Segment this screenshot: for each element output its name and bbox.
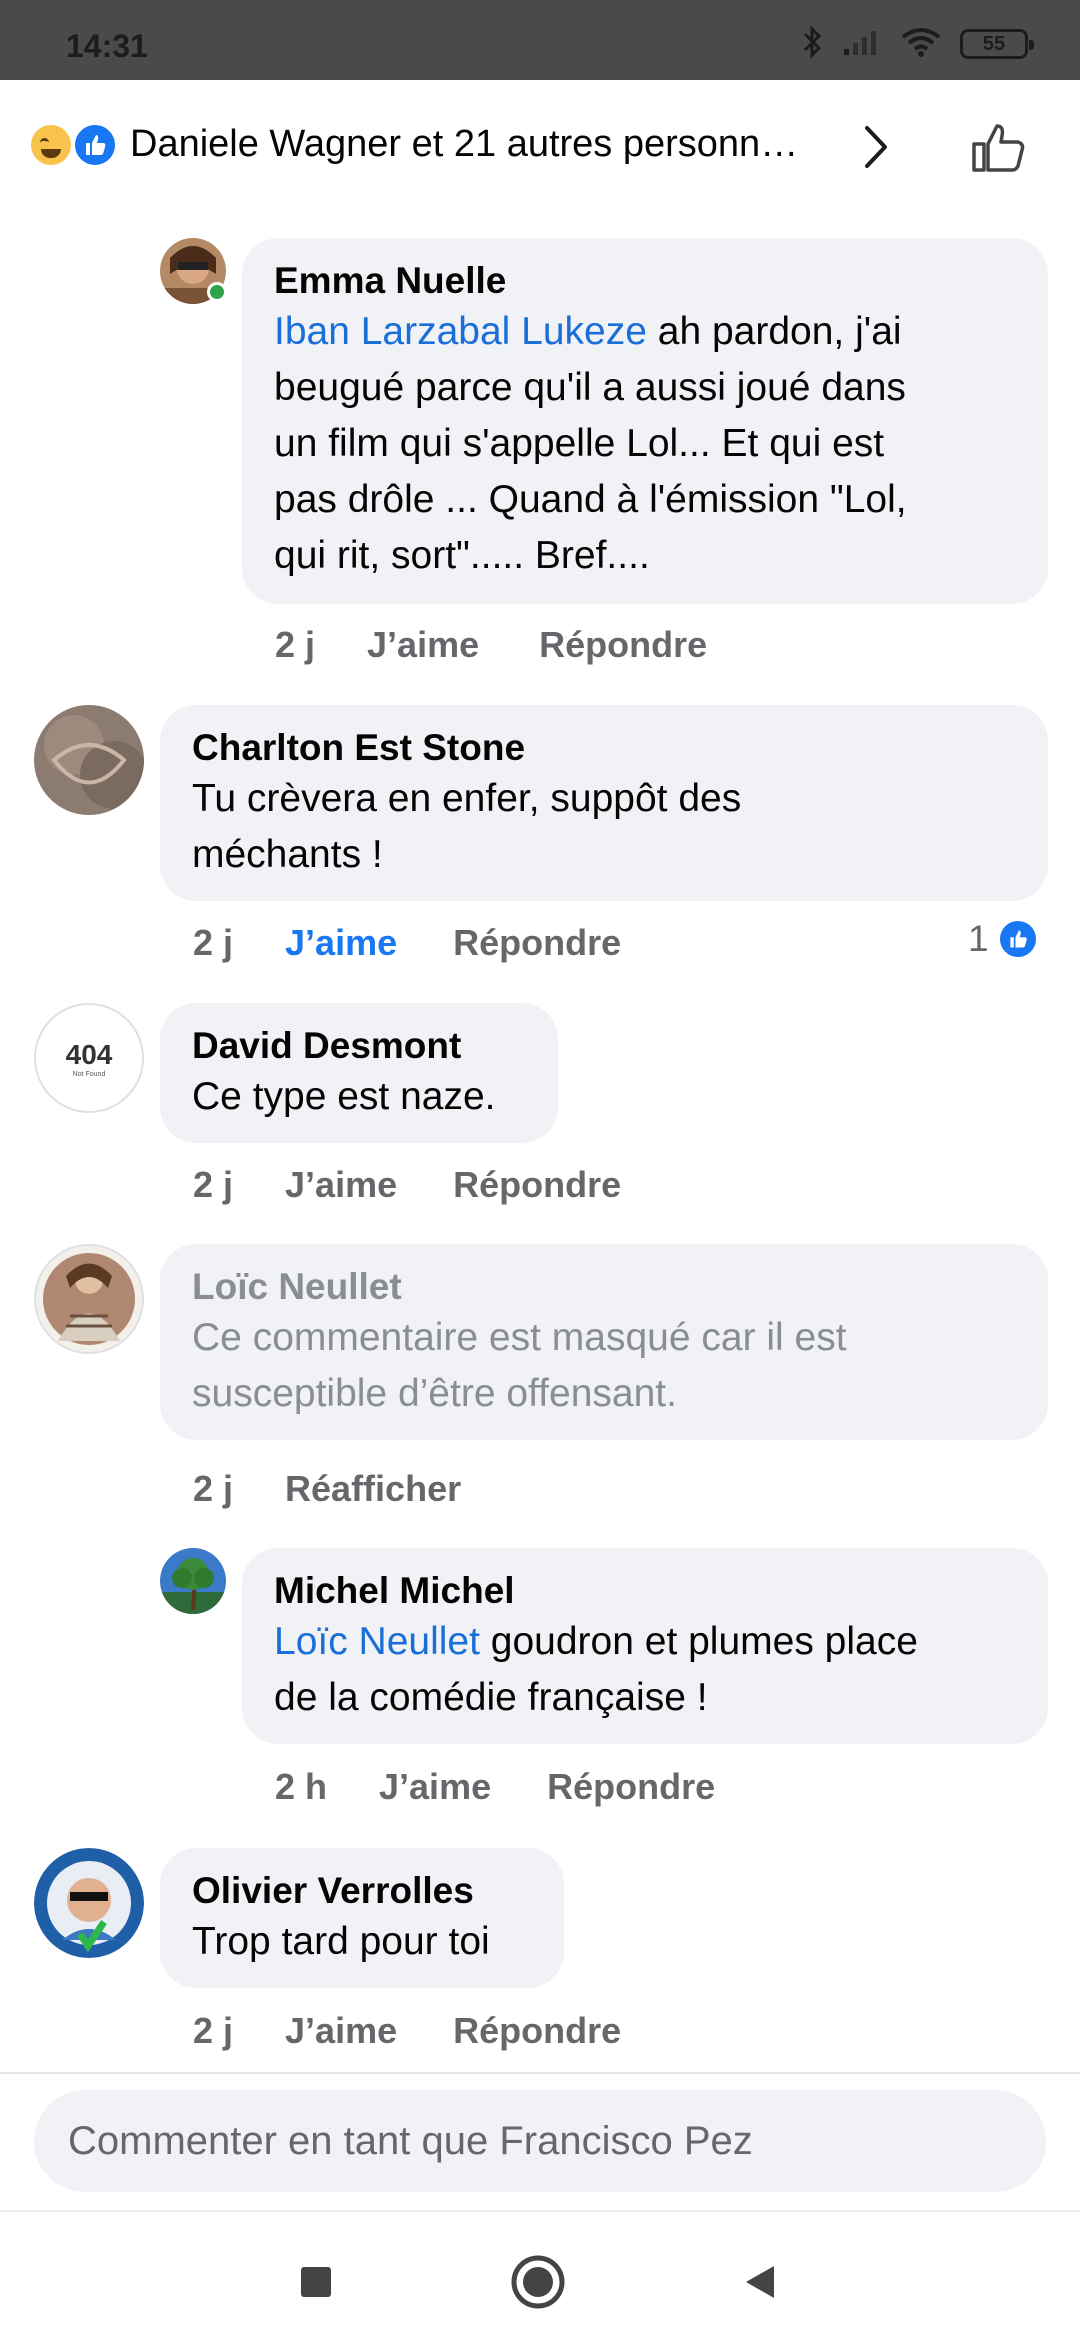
status-time: 14:31 <box>66 28 148 64</box>
avatar[interactable] <box>34 1848 144 1958</box>
system-nav-bar <box>0 2210 1080 2340</box>
chevron-right-icon[interactable] <box>855 122 895 172</box>
comment-line: Ce type est naze. <box>192 1075 496 1118</box>
comment-actions: 2 j J’aime Répondre <box>193 922 621 964</box>
comment-time: 2 j <box>193 1468 234 1509</box>
comment-line: qui rit, sort"..... Bref.... <box>274 534 650 577</box>
online-status-badge <box>207 282 227 302</box>
signal-icon <box>842 27 882 62</box>
like-button-active[interactable]: J’aime <box>285 922 397 964</box>
like-button[interactable]: J’aime <box>285 2010 397 2052</box>
back-triangle-icon[interactable] <box>730 2252 790 2312</box>
avatar[interactable] <box>160 1548 226 1614</box>
avatar[interactable]: 404 Not Found <box>34 1003 144 1113</box>
comment-actions: 2 j J’aime Répondre <box>275 624 707 666</box>
comment-line: pas drôle ... Quand à l'émission "Lol, <box>274 478 907 521</box>
reply-button[interactable]: Répondre <box>547 1766 715 1808</box>
avatar-404-text: 404 <box>65 1038 113 1070</box>
comment-line: Tu crèvera en enfer, suppôt des <box>192 777 742 820</box>
comment-time: 2 j <box>193 922 234 963</box>
comment-author[interactable]: Olivier Verrolles <box>192 1868 530 1914</box>
battery-level: 55 <box>982 32 1006 55</box>
haha-reaction-icon <box>28 122 74 168</box>
comment-time: 2 h <box>275 1766 328 1807</box>
avatar-not-found-text: Not Found <box>72 1070 106 1078</box>
comment-line: un film qui s'appelle Lol... Et qui est <box>274 422 885 465</box>
like-reaction-icon <box>72 122 118 168</box>
comment-time: 2 j <box>275 624 316 665</box>
comment-time: 2 j <box>193 1164 234 1205</box>
like-count: 1 <box>968 918 989 959</box>
comment-line: ah pardon, j'ai <box>646 310 902 353</box>
comment-line: Ce commentaire est masqué car il est <box>192 1316 847 1359</box>
like-badge-icon <box>996 918 1039 960</box>
reaction-count[interactable]: 1 <box>968 918 1039 960</box>
comment-text: Iban Larzabal Lukeze ah pardon, j'ai <box>274 304 1014 360</box>
bluetooth-icon <box>802 24 824 64</box>
reply-button[interactable]: Répondre <box>453 922 621 964</box>
comment-bubble: Michel Michel Loïc Neullet goudron et pl… <box>242 1548 1048 1744</box>
wifi-icon <box>900 26 942 63</box>
comment-time: 2 j <box>193 2010 234 2051</box>
mention-link[interactable]: Loïc Neullet <box>274 1620 480 1663</box>
comment-text: Loïc Neullet goudron et plumes place <box>274 1614 1014 1670</box>
reply-button[interactable]: Répondre <box>453 1164 621 1206</box>
comment-actions: 2 j Réafficher <box>193 1468 461 1510</box>
hidden-comment-bubble: Loïc Neullet Ce commentaire est masqué c… <box>160 1244 1048 1440</box>
comment-author[interactable]: Loïc Neullet <box>192 1264 1014 1310</box>
battery-icon: 55 <box>960 29 1034 59</box>
comment-author[interactable]: David Desmont <box>192 1023 524 1069</box>
comment-composer[interactable] <box>34 2090 1046 2192</box>
comment-line: Trop tard pour toi <box>192 1920 490 1963</box>
status-bar: 14:31 55 <box>0 0 1080 80</box>
unhide-button[interactable]: Réafficher <box>285 1468 461 1510</box>
home-circle-icon[interactable] <box>508 2252 568 2312</box>
mention-link[interactable]: Iban Larzabal Lukeze <box>274 310 647 353</box>
comment-bubble: Olivier Verrolles Trop tard pour toi <box>160 1848 564 1988</box>
comment-bubble: Emma Nuelle Iban Larzabal Lukeze ah pard… <box>242 238 1048 604</box>
like-button[interactable]: J’aime <box>379 1766 491 1808</box>
comment-line: beugué parce qu'il a aussi joué dans <box>274 366 906 409</box>
reactions-header: Daniele Wagner et 21 autres personn… <box>0 80 1080 210</box>
reactors-summary-link[interactable]: Daniele Wagner et 21 autres personn… <box>130 123 798 166</box>
reply-button[interactable]: Répondre <box>453 2010 621 2052</box>
like-button[interactable]: J’aime <box>367 624 479 666</box>
comment-line: méchants ! <box>192 833 383 876</box>
comment-actions: 2 j J’aime Répondre <box>193 1164 621 1206</box>
comment-author[interactable]: Michel Michel <box>274 1568 1014 1614</box>
comment-bubble: Charlton Est Stone Tu crèvera en enfer, … <box>160 705 1048 901</box>
comment-line: goudron et plumes place <box>479 1620 918 1663</box>
avatar[interactable] <box>34 1244 144 1354</box>
status-icons: 55 <box>802 24 1034 64</box>
comment-actions: 2 j J’aime Répondre <box>193 2010 621 2052</box>
comment-input[interactable] <box>34 2090 1046 2192</box>
comment-author[interactable]: Emma Nuelle <box>274 258 1014 304</box>
comment-author[interactable]: Charlton Est Stone <box>192 725 1014 771</box>
reply-button[interactable]: Répondre <box>539 624 707 666</box>
like-button[interactable]: J’aime <box>285 1164 397 1206</box>
like-post-button[interactable] <box>966 116 1030 180</box>
comment-line: susceptible d’être offensant. <box>192 1372 677 1415</box>
comment-line: de la comédie française ! <box>274 1676 708 1719</box>
reaction-icons <box>28 122 120 168</box>
recents-square-icon[interactable] <box>286 2252 346 2312</box>
comment-bubble: David Desmont Ce type est naze. <box>160 1003 558 1143</box>
composer-divider <box>0 2072 1080 2074</box>
avatar[interactable] <box>34 705 144 815</box>
comment-actions: 2 h J’aime Répondre <box>275 1766 715 1808</box>
